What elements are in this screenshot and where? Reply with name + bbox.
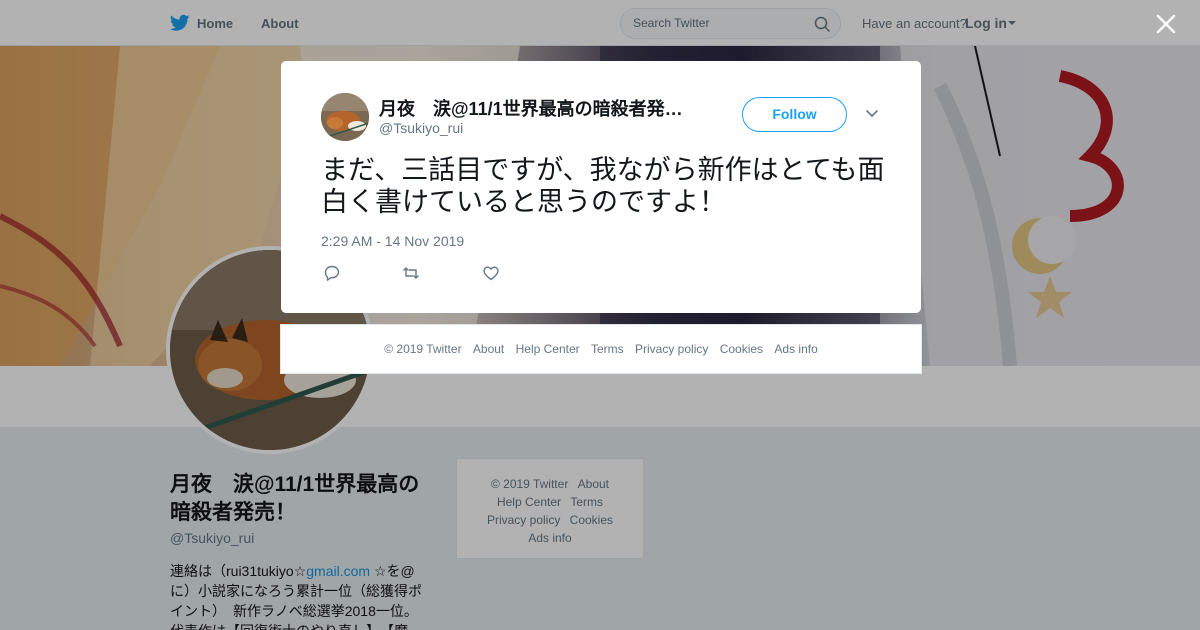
footer-about-link[interactable]: About bbox=[473, 342, 504, 356]
footer-cookies-link[interactable]: Cookies bbox=[720, 342, 763, 356]
tweet-text: まだ、三話目ですが、我ながら新作はとても面白く書けていると思うのですよ！ bbox=[321, 155, 885, 217]
retweet-icon[interactable] bbox=[402, 264, 420, 282]
modal-footer: © 2019 Twitter About Help Center Terms P… bbox=[280, 324, 922, 374]
footer-copyright: © 2019 Twitter bbox=[384, 342, 462, 356]
tweet-author-avatar[interactable] bbox=[321, 93, 369, 141]
tweet-modal: 月夜 涙@11/1世界最高の暗殺者発売！ @Tsukiyo_rui Follow… bbox=[281, 61, 921, 313]
reply-icon[interactable] bbox=[323, 264, 341, 282]
tweet-author-handle[interactable]: @Tsukiyo_rui bbox=[379, 120, 463, 136]
fox-thumbnail bbox=[321, 93, 369, 141]
footer-help-link[interactable]: Help Center bbox=[516, 342, 580, 356]
footer-privacy-link[interactable]: Privacy policy bbox=[635, 342, 708, 356]
footer-terms-link[interactable]: Terms bbox=[591, 342, 624, 356]
footer-ads-link[interactable]: Ads info bbox=[774, 342, 817, 356]
follow-button[interactable]: Follow bbox=[742, 97, 847, 132]
chevron-down-icon[interactable] bbox=[865, 109, 879, 119]
tweet-timestamp[interactable]: 2:29 AM - 14 Nov 2019 bbox=[321, 233, 464, 249]
like-icon[interactable] bbox=[482, 264, 500, 282]
tweet-author-name[interactable]: 月夜 涙@11/1世界最高の暗殺者発売！ bbox=[379, 95, 689, 121]
close-icon[interactable] bbox=[1154, 12, 1178, 36]
